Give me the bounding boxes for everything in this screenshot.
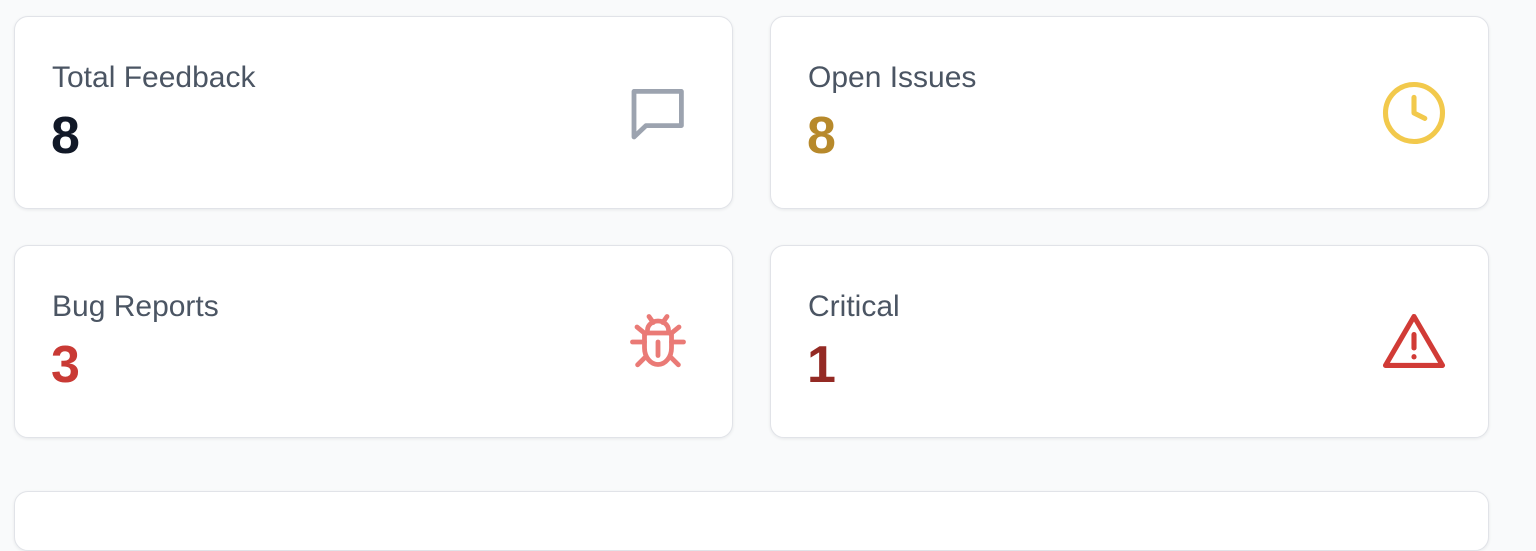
stat-value: 8	[807, 107, 836, 165]
message-square-icon	[622, 77, 694, 149]
stat-label: Bug Reports	[52, 290, 219, 323]
stat-card-open-issues: Open Issues 8	[770, 16, 1489, 209]
stat-label: Critical	[808, 290, 900, 323]
stat-label: Total Feedback	[52, 61, 256, 94]
stat-card-bug-reports: Bug Reports 3	[14, 245, 733, 438]
content-panel	[14, 491, 1489, 551]
stat-value: 3	[51, 336, 80, 394]
stat-value: 1	[807, 336, 836, 394]
bug-icon	[622, 306, 694, 378]
stat-value: 8	[51, 107, 80, 165]
stat-card-total-feedback: Total Feedback 8	[14, 16, 733, 209]
stat-card-critical: Critical 1	[770, 245, 1489, 438]
alert-triangle-icon	[1378, 306, 1450, 378]
stat-label: Open Issues	[808, 61, 977, 94]
clock-icon	[1378, 77, 1450, 149]
